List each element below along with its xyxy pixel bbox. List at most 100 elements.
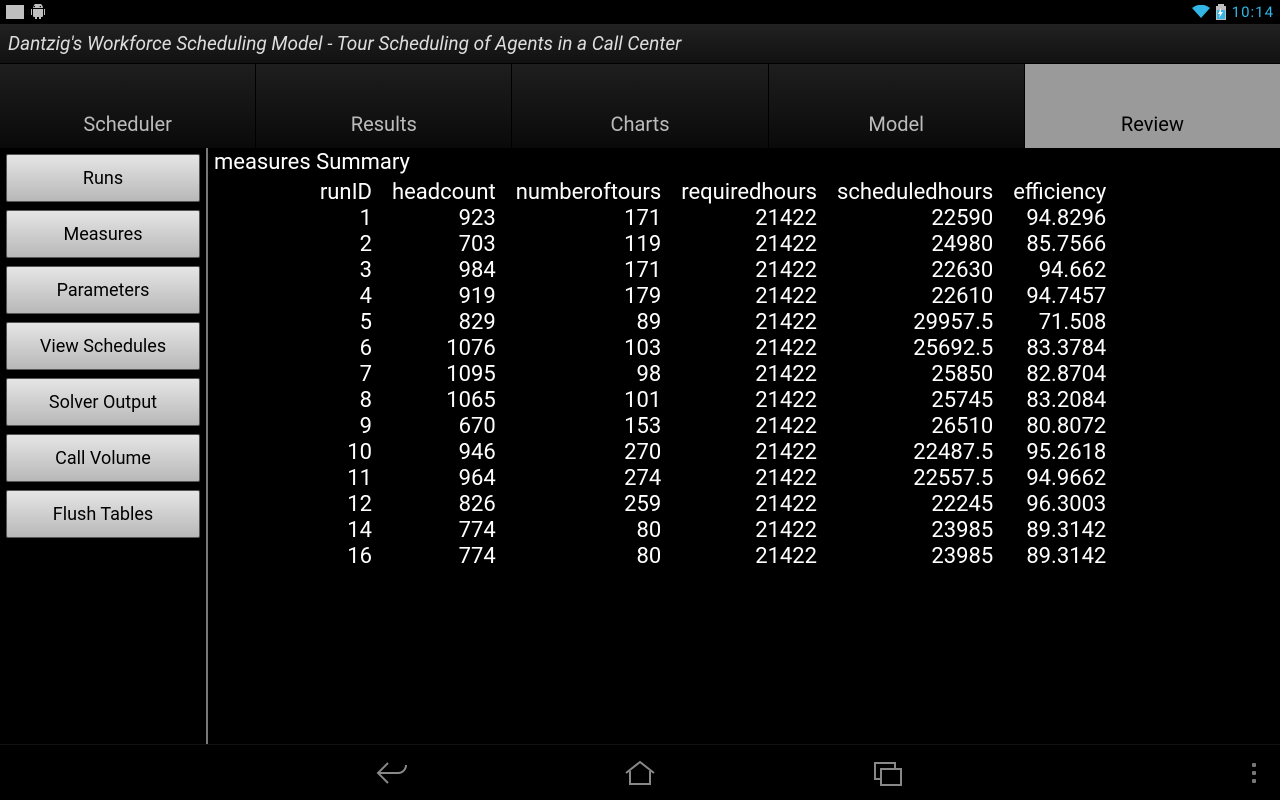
menu-button[interactable] [1252, 763, 1256, 783]
cell: 21422 [671, 335, 827, 361]
cell: 22590 [827, 205, 1003, 231]
cell: 101 [506, 387, 672, 413]
cell: 85.7566 [1003, 231, 1116, 257]
col-header-scheduledhours: scheduledhours [827, 179, 1003, 205]
cell: 89 [506, 309, 672, 335]
cell: 12 [212, 491, 382, 517]
cell: 25850 [827, 361, 1003, 387]
cell: 11 [212, 465, 382, 491]
sidebar-btn-solver-output[interactable]: Solver Output [6, 378, 200, 426]
cell: 24980 [827, 231, 1003, 257]
sidebar-btn-call-volume[interactable]: Call Volume [6, 434, 200, 482]
sidebar-btn-measures[interactable]: Measures [6, 210, 200, 258]
cell: 83.3784 [1003, 335, 1116, 361]
cell: 5 [212, 309, 382, 335]
cell: 8 [212, 387, 382, 413]
cell: 25745 [827, 387, 1003, 413]
cell: 21422 [671, 465, 827, 491]
cell: 774 [382, 517, 506, 543]
android-icon [30, 4, 46, 20]
sidebar-btn-view-schedules[interactable]: View Schedules [6, 322, 200, 370]
cell: 3 [212, 257, 382, 283]
system-nav-bar [0, 744, 1280, 800]
summary-title: measures Summary [212, 148, 1272, 179]
cell: 1065 [382, 387, 506, 413]
cell: 96.3003 [1003, 491, 1116, 517]
cell: 103 [506, 335, 672, 361]
table-row: 1677480214222398589.3142 [212, 543, 1116, 569]
app-title: Dantzig's Workforce Scheduling Model - T… [8, 32, 681, 55]
table-row: 109462702142222487.595.2618 [212, 439, 1116, 465]
sidebar: Runs Measures Parameters View Schedules Solv… [0, 148, 208, 744]
col-header-efficiency: efficiency [1003, 179, 1116, 205]
cell: 1076 [382, 335, 506, 361]
main-content: measures Summary runIDheadcountnumberoft… [208, 148, 1280, 744]
tab-model[interactable]: Model [769, 64, 1025, 148]
cell: 829 [382, 309, 506, 335]
sidebar-btn-runs[interactable]: Runs [6, 154, 200, 202]
cell: 21422 [671, 361, 827, 387]
cell: 71.508 [1003, 309, 1116, 335]
cell: 1095 [382, 361, 506, 387]
cell: 274 [506, 465, 672, 491]
cell: 94.7457 [1003, 283, 1116, 309]
tab-scheduler[interactable]: Scheduler [0, 64, 256, 148]
cell: 80 [506, 517, 672, 543]
cell: 10 [212, 439, 382, 465]
cell: 21422 [671, 283, 827, 309]
tab-results[interactable]: Results [256, 64, 512, 148]
table-row: 1923171214222259094.8296 [212, 205, 1116, 231]
cell: 964 [382, 465, 506, 491]
back-button[interactable] [368, 753, 416, 793]
cell: 946 [382, 439, 506, 465]
cell: 22557.5 [827, 465, 1003, 491]
cell: 26510 [827, 413, 1003, 439]
status-time: 10:14 [1232, 3, 1274, 21]
cell: 21422 [671, 491, 827, 517]
sidebar-btn-flush-tables[interactable]: Flush Tables [6, 490, 200, 538]
cell: 171 [506, 205, 672, 231]
cell: 984 [382, 257, 506, 283]
cell: 670 [382, 413, 506, 439]
cell: 9 [212, 413, 382, 439]
cell: 14 [212, 517, 382, 543]
cell: 774 [382, 543, 506, 569]
tab-review[interactable]: Review [1025, 64, 1280, 148]
tab-charts[interactable]: Charts [512, 64, 768, 148]
table-row: 2703119214222498085.7566 [212, 231, 1116, 257]
cell: 23985 [827, 543, 1003, 569]
recent-apps-button[interactable] [864, 753, 912, 793]
cell: 89.3142 [1003, 543, 1116, 569]
cell: 919 [382, 283, 506, 309]
cell: 80 [506, 543, 672, 569]
sidebar-btn-parameters[interactable]: Parameters [6, 266, 200, 314]
cell: 25692.5 [827, 335, 1003, 361]
cell: 29957.5 [827, 309, 1003, 335]
cell: 270 [506, 439, 672, 465]
measures-table: runIDheadcountnumberoftoursrequiredhours… [212, 179, 1116, 569]
cell: 826 [382, 491, 506, 517]
cell: 22630 [827, 257, 1003, 283]
cell: 21422 [671, 387, 827, 413]
cell: 21422 [671, 257, 827, 283]
cell: 7 [212, 361, 382, 387]
cell: 89.3142 [1003, 517, 1116, 543]
cell: 98 [506, 361, 672, 387]
cell: 21422 [671, 205, 827, 231]
col-header-requiredhours: requiredhours [671, 179, 827, 205]
cell: 21422 [671, 231, 827, 257]
cell: 21422 [671, 543, 827, 569]
table-row: 12826259214222224596.3003 [212, 491, 1116, 517]
cell: 923 [382, 205, 506, 231]
col-header-headcount: headcount [382, 179, 506, 205]
home-button[interactable] [616, 753, 664, 793]
cell: 80.8072 [1003, 413, 1116, 439]
cell: 171 [506, 257, 672, 283]
cell: 21422 [671, 517, 827, 543]
cell: 6 [212, 335, 382, 361]
cell: 703 [382, 231, 506, 257]
cell: 119 [506, 231, 672, 257]
cell: 22610 [827, 283, 1003, 309]
cell: 94.9662 [1003, 465, 1116, 491]
cell: 22487.5 [827, 439, 1003, 465]
